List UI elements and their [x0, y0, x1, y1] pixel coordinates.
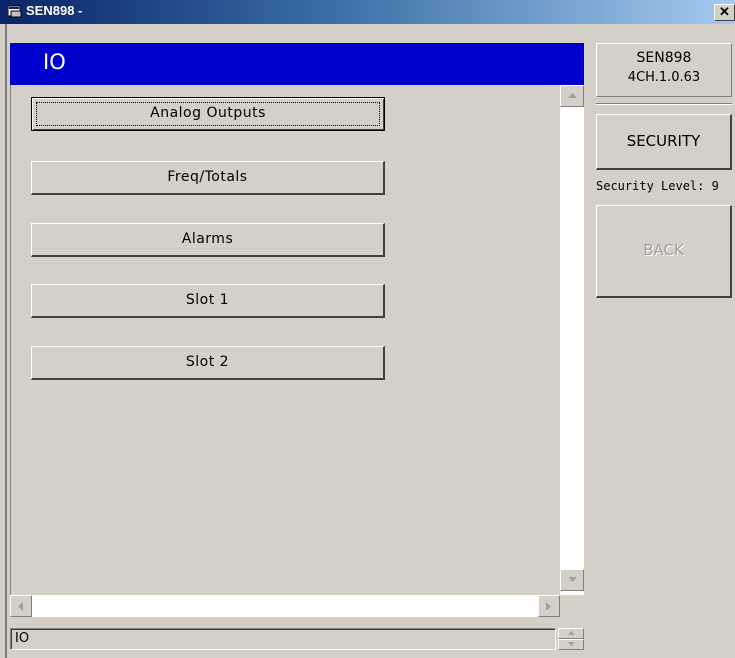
side-panel: SEN898 4CH.1.0.63 SECURITY Security Leve… — [596, 43, 732, 603]
window-title: SEN898 - — [26, 3, 83, 18]
status-spinner[interactable] — [558, 628, 584, 650]
alarms-button[interactable]: Alarms — [31, 223, 385, 257]
horizontal-scrollbar[interactable] — [10, 595, 560, 617]
firmware-version: 4CH.1.0.63 — [627, 70, 701, 85]
alarms-label: Alarms — [181, 231, 234, 247]
slot-2-button[interactable]: Slot 2 — [31, 346, 385, 380]
slot-1-label: Slot 1 — [185, 292, 230, 308]
slot-2-label: Slot 2 — [185, 354, 230, 370]
device-name: SEN898 — [636, 50, 692, 66]
screen-header: IO — [10, 43, 584, 85]
arrow-down-icon — [568, 577, 577, 582]
security-button[interactable]: SECURITY — [596, 114, 732, 170]
analog-outputs-button[interactable]: Analog Outputs — [31, 97, 385, 131]
application-window: SEN898 - ✕ IO Analog Outputs Freq/Totals… — [0, 0, 735, 658]
screen-title: IO — [43, 50, 66, 74]
back-button[interactable]: BACK — [596, 205, 732, 298]
window-app-icon[interactable] — [8, 5, 22, 18]
arrow-right-icon — [546, 602, 551, 611]
scroll-left-button[interactable] — [10, 595, 32, 617]
spin-down-button[interactable] — [558, 639, 584, 650]
scroll-right-button[interactable] — [538, 595, 560, 617]
slot-1-button[interactable]: Slot 1 — [31, 284, 385, 318]
close-button[interactable]: ✕ — [714, 4, 735, 21]
scroll-down-button[interactable] — [560, 569, 584, 591]
close-icon: ✕ — [719, 4, 730, 19]
scrollbar-corner — [560, 595, 584, 617]
menu-list: Analog Outputs Freq/Totals Alarms Slot 1… — [10, 85, 561, 595]
version-box: SEN898 4CH.1.0.63 — [596, 43, 732, 97]
status-field[interactable]: IO — [10, 628, 556, 650]
title-bar[interactable]: SEN898 - ✕ — [0, 0, 735, 24]
security-level-label: Security Level: 9 — [596, 179, 719, 193]
analog-outputs-label: Analog Outputs — [150, 105, 266, 121]
side-divider — [596, 103, 732, 105]
arrow-up-icon — [568, 93, 577, 98]
scroll-up-button[interactable] — [560, 85, 584, 107]
spin-down-icon — [568, 642, 575, 646]
spin-up-icon — [568, 631, 575, 635]
vertical-scrollbar[interactable] — [560, 85, 584, 595]
arrow-left-icon — [18, 602, 23, 611]
freq-totals-label: Freq/Totals — [167, 169, 248, 185]
freq-totals-button[interactable]: Freq/Totals — [31, 161, 385, 195]
spin-up-button[interactable] — [558, 628, 584, 639]
